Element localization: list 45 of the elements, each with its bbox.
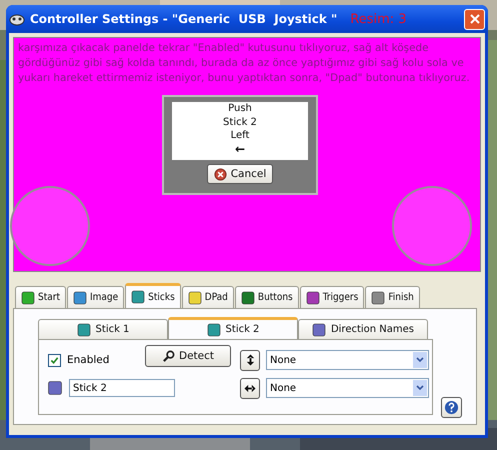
tab-icon (72, 290, 87, 304)
tab[interactable]: Direction Names (298, 319, 428, 339)
tab-icon (312, 322, 326, 336)
enabled-checkbox[interactable] (48, 354, 61, 366)
tab[interactable]: Finish (365, 286, 420, 308)
close-button[interactable] (464, 8, 485, 30)
tab-icon (188, 290, 202, 304)
help-button[interactable] (441, 397, 462, 418)
tab[interactable]: DPad (182, 286, 234, 308)
close-icon (470, 14, 480, 24)
name-field[interactable]: Stick 2 (69, 379, 175, 397)
cancel-button[interactable]: Cancel (206, 164, 274, 184)
tab[interactable]: Start (15, 286, 66, 308)
tab[interactable]: Buttons (234, 286, 299, 308)
tab-icon (306, 290, 320, 304)
tab-icon (131, 290, 146, 304)
tab-icon (206, 322, 221, 336)
tab[interactable]: Sticks (125, 283, 181, 308)
arrow-text: ← (234, 142, 246, 154)
tab-icon (240, 290, 255, 304)
tab[interactable]: Stick 1 (38, 319, 168, 339)
prompt-text: Stick 2 (223, 116, 257, 129)
up-down-arrow-icon (244, 353, 256, 367)
annotation-text: Resim: 3 (350, 12, 407, 26)
vertical-axis-button[interactable] (240, 350, 260, 370)
label-icon (48, 381, 62, 395)
tab[interactable]: Triggers (300, 286, 364, 308)
axis-dropdown[interactable]: None (266, 350, 429, 370)
prompt-text: Left (230, 129, 250, 142)
prompt-text: Push (228, 102, 252, 116)
tab[interactable]: Stick 2 (168, 317, 298, 339)
axis-dropdown[interactable]: None (266, 378, 429, 398)
tab-icon (371, 290, 386, 304)
horizontal-axis-button[interactable] (240, 378, 260, 398)
tab-icon (76, 322, 91, 336)
magnifier-icon (162, 350, 175, 362)
window-title: Controller Settings - "Generic USB Joystick " (30, 12, 338, 26)
instruction-text: karşımıza çıkacak panelde tekrar "Enabled" kutusunu tıklıyoruz, sağ alt köşede gördüğünüz gibi sağ kolda tanındı, burada da az önce yaptığımız gibi sağ kolu sola ve yukarı hareket ettirmemiz isteniyor, bunu yaptıktan sonra, "Dpad" butonuna tıklıyoruz. (18, 41, 471, 86)
cancel-icon (214, 168, 227, 180)
tab-icon (21, 290, 35, 304)
checkbox-label: Enabled (67, 354, 110, 366)
detect-button[interactable]: Detect (145, 345, 231, 367)
tab[interactable]: Image (66, 286, 124, 308)
left-right-arrow-icon (243, 382, 257, 394)
help-icon (444, 400, 459, 415)
